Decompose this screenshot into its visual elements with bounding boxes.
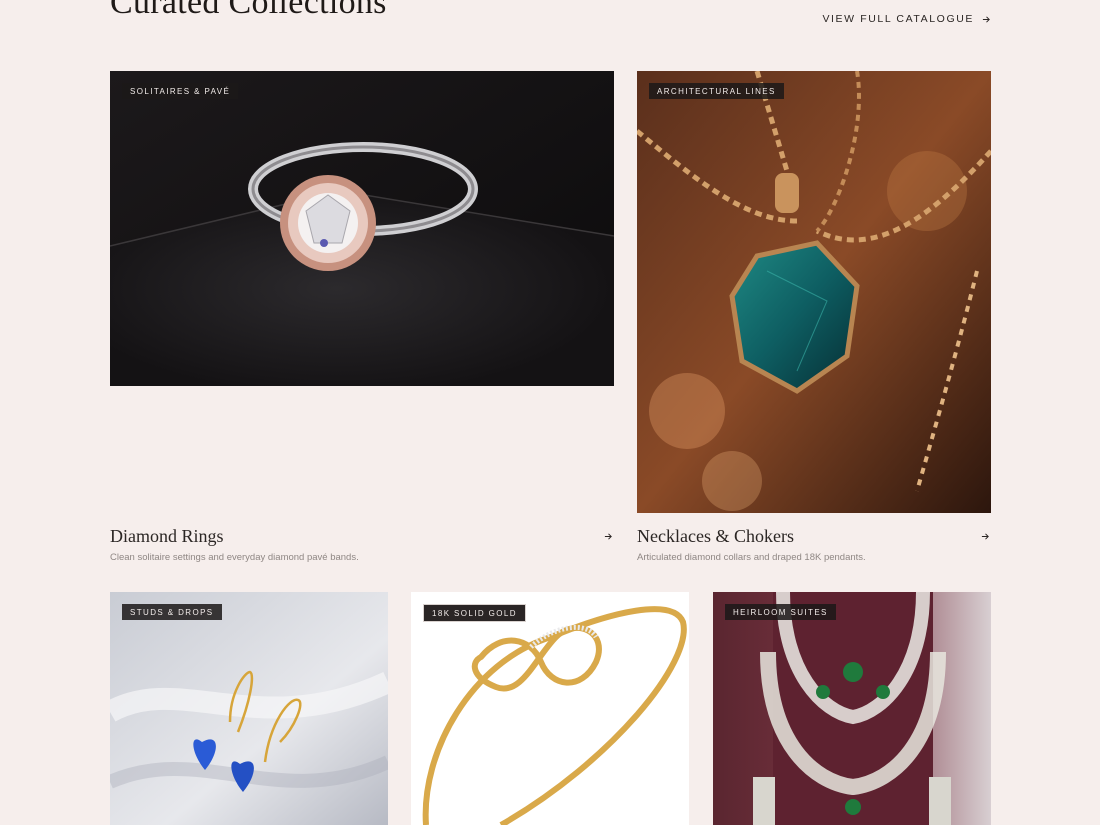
badge-solitaires-pave: SOLITAIRES & PAVÉ xyxy=(122,83,239,99)
collection-card-heirloom-suites-image[interactable]: HEIRLOOM SUITES xyxy=(713,592,991,825)
card-description-necklaces-chokers: Articulated diamond collars and draped 1… xyxy=(637,552,866,563)
collection-card-necklaces-image[interactable]: ARCHITECTURAL LINES xyxy=(637,71,991,513)
emerald-pendant-photo xyxy=(637,71,991,513)
badge-18k-solid-gold: 18K SOLID GOLD xyxy=(423,604,526,622)
arrow-right-icon[interactable] xyxy=(604,532,613,541)
badge-studs-drops: STUDS & DROPS xyxy=(122,604,222,620)
collection-card-diamond-rings-image[interactable]: SOLITAIRES & PAVÉ xyxy=(110,71,614,386)
section-header: Curated Collections VIEW FULL CATALOGUE xyxy=(110,0,991,40)
badge-architectural-lines: ARCHITECTURAL LINES xyxy=(649,83,784,99)
diamond-ring-photo xyxy=(110,71,614,386)
view-full-catalogue-link[interactable]: VIEW FULL CATALOGUE xyxy=(822,13,991,25)
collection-card-18k-gold-image[interactable]: 18K SOLID GOLD xyxy=(411,592,689,825)
card-description-diamond-rings: Clean solitaire settings and everyday di… xyxy=(110,552,359,563)
earrings-photo xyxy=(110,592,388,825)
arrow-right-icon xyxy=(982,15,990,23)
view-full-catalogue-label: VIEW FULL CATALOGUE xyxy=(822,13,974,25)
card-title-necklaces-chokers[interactable]: Necklaces & Chokers xyxy=(637,526,794,547)
badge-heirloom-suites: HEIRLOOM SUITES xyxy=(725,604,836,620)
gold-bangle-photo xyxy=(411,592,689,825)
card-title-diamond-rings[interactable]: Diamond Rings xyxy=(110,526,224,547)
page-title: Curated Collections xyxy=(110,0,387,21)
arrow-right-icon[interactable] xyxy=(981,532,990,541)
bridal-set-photo xyxy=(713,592,991,825)
collection-card-studs-drops-image[interactable]: STUDS & DROPS xyxy=(110,592,388,825)
